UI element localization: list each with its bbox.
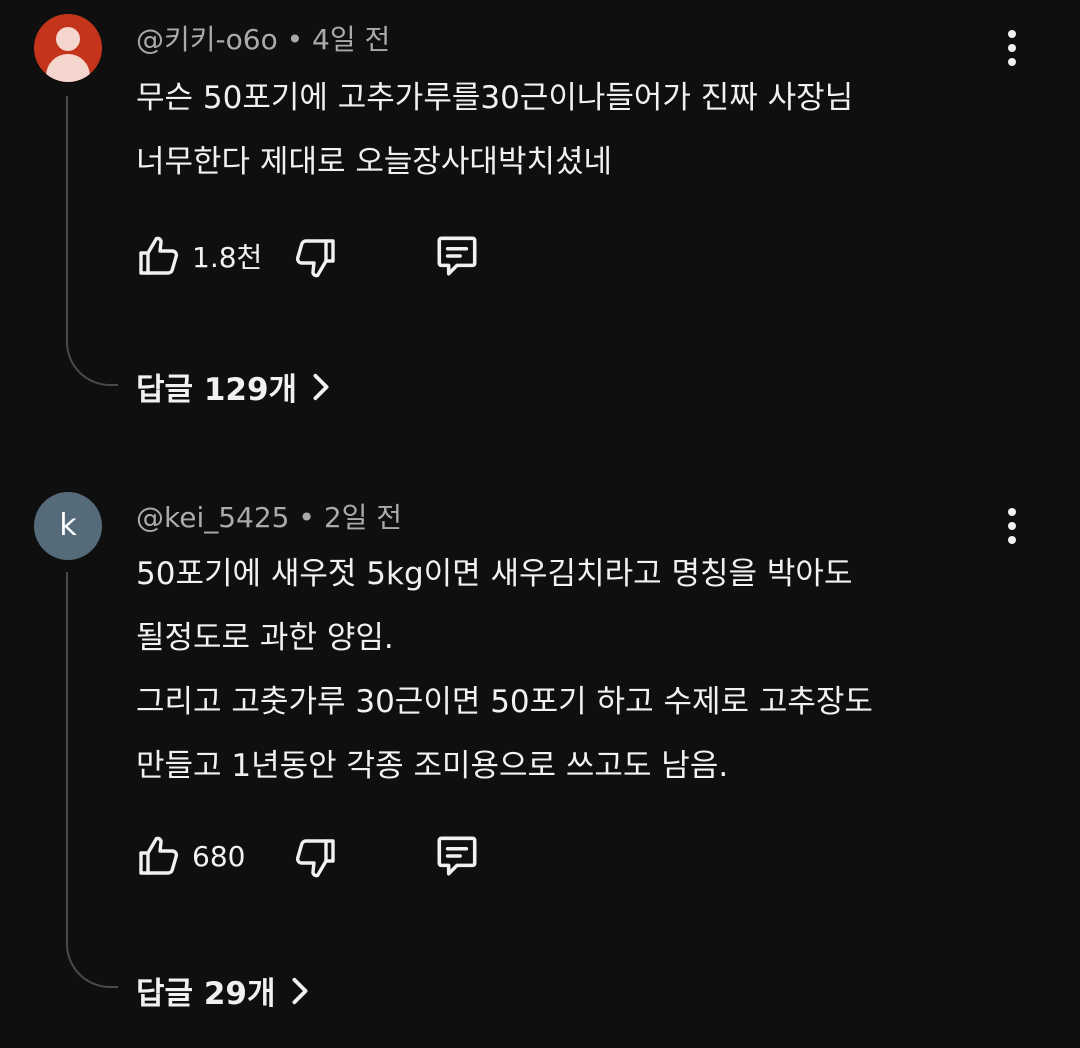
comment-2: k @kei_5425 • 2일 전 50포기에 새우젓 5kg이면 새우김치라…	[0, 480, 1080, 1040]
person-icon	[56, 27, 80, 51]
comment-icon	[437, 836, 477, 876]
avatar[interactable]	[34, 14, 102, 82]
view-replies-button[interactable]: 답글 129개	[136, 364, 333, 409]
view-replies-button[interactable]: 답글 29개	[136, 968, 312, 1013]
chevron-right-icon	[313, 373, 329, 400]
thumbs-up-icon	[139, 236, 179, 275]
like-button[interactable]: 680	[134, 830, 245, 882]
dislike-button[interactable]	[292, 232, 340, 284]
like-count: 1.8천	[192, 241, 263, 274]
comment-meta: @키키-o6o • 4일 전	[136, 18, 390, 58]
dislike-button[interactable]	[292, 832, 340, 884]
meta-separator: •	[286, 23, 304, 56]
thread-line	[66, 96, 118, 386]
reply-button[interactable]	[432, 830, 482, 882]
avatar[interactable]: k	[34, 492, 102, 560]
comment-time: 4일 전	[312, 23, 391, 56]
replies-label: 답글 129개	[136, 372, 298, 408]
thumbs-down-icon	[295, 839, 335, 878]
meta-separator: •	[298, 501, 315, 534]
like-count: 680	[192, 839, 246, 873]
like-button[interactable]: 1.8천	[134, 230, 262, 282]
comment-icon	[437, 236, 477, 276]
thumbs-up-icon	[139, 836, 179, 875]
comment-meta: @kei_5425 • 2일 전	[136, 496, 402, 536]
comment-text: 무슨 50포기에 고추가루를30근이나들어가 진짜 사장님 너무한다 제대로 오…	[136, 80, 854, 180]
comment-time: 2일 전	[323, 501, 403, 534]
thumbs-down-icon	[295, 239, 335, 278]
thread-line	[66, 572, 118, 988]
comment-1: @키키-o6o • 4일 전 무슨 50포기에 고추가루를30근이나들어가 진짜…	[0, 0, 1080, 440]
more-vertical-icon[interactable]	[996, 26, 1028, 70]
comment-text: 50포기에 새우젓 5kg이면 새우김치라고 명칭을 박아도 될정도로 과한 양…	[136, 556, 873, 784]
author-handle[interactable]: @키키-o6o	[136, 23, 278, 56]
chevron-right-icon	[292, 977, 307, 1004]
replies-label: 답글 29개	[136, 976, 276, 1012]
reply-button[interactable]	[432, 230, 482, 282]
author-handle[interactable]: @kei_5425	[136, 501, 289, 534]
avatar-initial: k	[59, 508, 77, 543]
